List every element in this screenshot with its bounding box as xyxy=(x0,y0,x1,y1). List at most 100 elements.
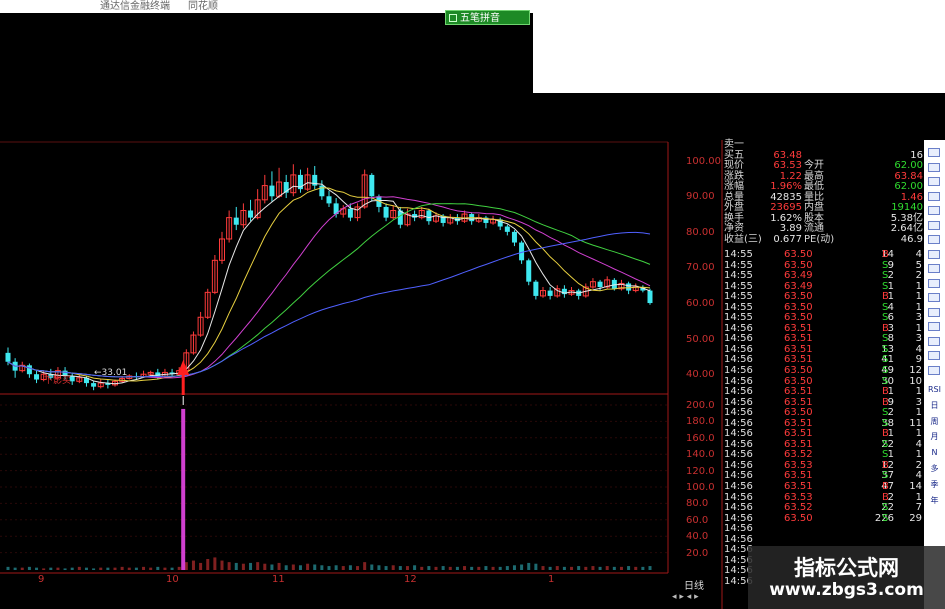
toolbar-button[interactable]: 季 xyxy=(926,479,943,490)
tick-time: 14:56 xyxy=(724,365,753,377)
toolbar-icon[interactable] xyxy=(928,264,940,273)
volume-bar xyxy=(477,566,481,570)
volume-bar xyxy=(363,562,367,570)
candle-body xyxy=(326,196,332,204)
quote-value: 2.64亿 xyxy=(890,223,923,234)
watermark-url: www.zbgs3.com xyxy=(769,580,924,600)
volume-bar xyxy=(42,568,46,570)
tick-side: S xyxy=(882,512,889,524)
quote-value: 0.677 xyxy=(773,233,802,245)
ma-line xyxy=(7,187,651,382)
signal-volume-spike xyxy=(181,408,186,570)
quote-value: 1.96% xyxy=(770,181,802,192)
volume-bar xyxy=(520,564,524,570)
quote-value: 19140 xyxy=(891,202,923,213)
volume-bar xyxy=(84,567,88,570)
volume-bar xyxy=(270,564,274,570)
input-method-label: 五笔拼音 xyxy=(460,13,500,24)
volume-bar xyxy=(63,568,67,570)
toolbar-icon[interactable] xyxy=(928,148,940,157)
volume-bar xyxy=(249,562,253,570)
volume-bar xyxy=(13,567,17,570)
candle-body xyxy=(248,210,254,218)
volume-bar xyxy=(106,567,110,570)
toolbar-icon[interactable] xyxy=(928,293,940,302)
volume-bar xyxy=(341,566,345,570)
input-method-button[interactable]: 五笔拼音 xyxy=(445,10,530,25)
toolbar-icon[interactable] xyxy=(928,177,940,186)
window-title: 通达信金融终端 xyxy=(100,1,170,12)
toolbar-button[interactable]: 年 xyxy=(926,495,943,506)
blank-panel xyxy=(533,0,945,93)
date-tick-label: 9 xyxy=(38,574,45,585)
volume-bar xyxy=(263,563,267,570)
volume-tick-label: 100.0 xyxy=(686,482,715,493)
volume-bar xyxy=(327,566,331,570)
volume-bar xyxy=(163,567,167,570)
price-tick-label: 70.00 xyxy=(686,262,715,274)
tick-price: 63.51 xyxy=(784,481,813,493)
tick-row: 14:56 63.50 49 S 12 xyxy=(722,365,924,377)
candle-body xyxy=(426,210,432,222)
volume-bar xyxy=(370,564,374,570)
price-tick-label: 60.00 xyxy=(686,298,715,310)
ma-line xyxy=(7,231,651,378)
nav-arrows[interactable]: ◂ ▸ ◂ ▸ xyxy=(672,592,699,602)
toolbar-button[interactable]: 周 xyxy=(926,416,943,427)
candle-body xyxy=(369,174,375,197)
volume-bar xyxy=(298,565,302,570)
toolbar-icon[interactable] xyxy=(928,351,940,360)
toolbar-button[interactable]: 日 xyxy=(926,400,943,411)
quote-label: 净资 xyxy=(724,223,744,234)
toolbar-icon[interactable] xyxy=(928,191,940,201)
volume-bar xyxy=(277,562,281,570)
watermark-title: 指标公式网 xyxy=(794,556,899,580)
tick-list: 14:55 63.50 14 B 4 14:55 63.50 9 S 5 14:55 63.49 2 S 2… xyxy=(722,249,924,588)
volume-bar xyxy=(313,564,317,570)
toolbar-icon[interactable] xyxy=(928,365,940,375)
volume-bar xyxy=(156,566,160,570)
volume-tick-label: 140.0 xyxy=(686,449,715,461)
volume-tick-label: 200.0 xyxy=(686,400,715,411)
toolbar-icon[interactable] xyxy=(928,162,940,172)
toolbar-icon[interactable] xyxy=(928,220,940,230)
price-tick-label: 100.00 xyxy=(686,155,721,167)
toolbar-button[interactable]: N xyxy=(926,447,943,458)
toolbar-icon[interactable] xyxy=(928,322,940,331)
volume-bar xyxy=(420,566,424,570)
volume-bar xyxy=(463,566,467,570)
volume-bar xyxy=(398,566,402,570)
volume-bar xyxy=(206,559,210,570)
volume-bar xyxy=(191,560,195,570)
volume-bar xyxy=(484,566,488,570)
volume-bar xyxy=(142,566,146,570)
toolbar-button[interactable]: 多 xyxy=(926,463,943,474)
date-tick-label: 1 xyxy=(548,574,555,585)
toolbar-button[interactable]: RSI xyxy=(926,384,943,395)
volume-bar xyxy=(234,562,238,570)
toolbar-icon[interactable] xyxy=(928,235,940,244)
candle-body xyxy=(547,290,553,296)
volume-bar xyxy=(577,566,581,570)
toolbar-icon[interactable] xyxy=(928,278,940,288)
volume-bar xyxy=(291,564,295,570)
tick-price: 63.50 xyxy=(784,512,813,524)
volume-bar xyxy=(227,562,231,570)
quote-value: 63.53 xyxy=(773,160,802,171)
quote-panel: 卖一 买五 63.48 16 现价 63.53 今开 62.00 涨跌 1.22 最高 63.84 涨幅… xyxy=(722,139,924,245)
toolbar-icon[interactable] xyxy=(928,206,940,215)
candle-body xyxy=(519,242,525,261)
right-toolbar: RSI 日周月 N 多季年 xyxy=(924,140,945,609)
toolbar-icon[interactable] xyxy=(928,307,940,317)
volume-bar xyxy=(356,566,360,570)
volume-bar xyxy=(448,566,452,570)
volume-tick-label: 60.0 xyxy=(686,514,709,526)
volume-bar xyxy=(284,565,288,570)
toolbar-button[interactable]: 月 xyxy=(926,431,943,442)
volume-bar xyxy=(384,566,388,570)
quote-row: 现价 63.53 今开 62.00 xyxy=(722,160,924,172)
toolbar-icon[interactable] xyxy=(928,336,940,346)
volume-bar xyxy=(220,560,224,570)
period-label[interactable]: 日线 xyxy=(684,577,704,592)
toolbar-icon[interactable] xyxy=(928,249,940,259)
